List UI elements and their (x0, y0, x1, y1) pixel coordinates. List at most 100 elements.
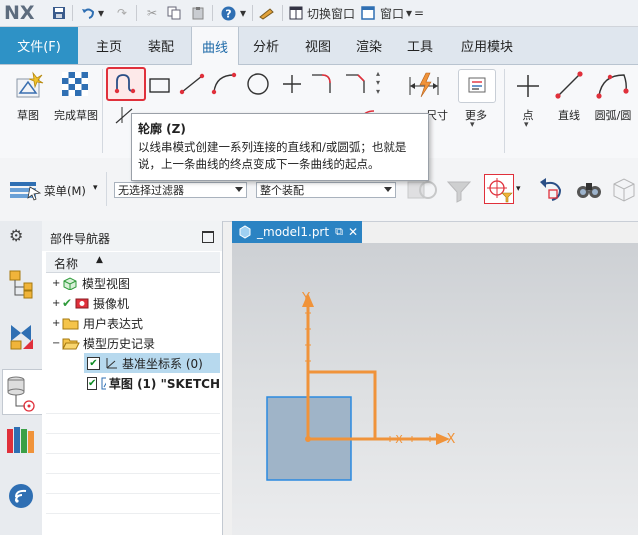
tree-item-model-views[interactable]: + 模型视图 (42, 273, 220, 293)
tab-curve[interactable]: 曲线 (191, 27, 239, 65)
snap-point-button[interactable] (484, 174, 514, 204)
tree-item-label: 摄像机 (93, 296, 130, 311)
pin-icon[interactable]: ⧉ (335, 225, 343, 239)
snap-dropdown-icon[interactable]: ▾ (516, 184, 521, 194)
datum-csys-icon (106, 358, 117, 369)
tab-home[interactable]: 主页 (86, 27, 132, 64)
redo-icon[interactable]: ↷ (114, 4, 130, 22)
rectangle-icon (149, 78, 170, 93)
tab-tools[interactable]: 工具 (397, 27, 443, 64)
dimension-label-partial[interactable]: 尺寸 (426, 107, 448, 123)
circle-tool-button[interactable] (244, 71, 272, 97)
window-dropdown-icon[interactable]: ▾ (404, 4, 414, 22)
nx-logo: NX (4, 2, 35, 24)
document-tab[interactable]: _model1.prt ⧉ ✕ (232, 221, 362, 243)
filter-funnel-icon[interactable] (444, 174, 474, 206)
finish-sketch-label[interactable]: 完成草图 (48, 107, 104, 123)
arc-tool-button[interactable] (210, 71, 240, 97)
selection-filter-dropdown[interactable]: 无选择过滤器 (114, 182, 247, 198)
selection-filter-value: 无选择过滤器 (118, 184, 184, 197)
origin-point[interactable] (305, 436, 311, 442)
plus-icon (283, 75, 301, 93)
switch-window-label[interactable]: 切换窗口 (307, 4, 355, 22)
tab-view[interactable]: 视图 (295, 27, 341, 64)
window-menu-label[interactable]: 窗口 (380, 4, 404, 22)
more-button[interactable] (458, 69, 496, 103)
undo-dropdown-icon[interactable]: ▾ (96, 4, 106, 22)
help-dropdown-icon[interactable]: ▾ (238, 4, 248, 22)
expand-icon[interactable]: + (52, 298, 62, 309)
finish-sketch-button[interactable] (58, 69, 92, 101)
point-tool-button[interactable] (278, 71, 306, 97)
binoculars-icon[interactable] (574, 174, 604, 206)
settings-gear-icon[interactable]: ⚙ (9, 226, 23, 245)
part-navigator-tab[interactable] (2, 369, 42, 415)
graphics-window[interactable]: Y X X (232, 243, 638, 535)
more-dropdown-icon[interactable]: ▾ (470, 120, 475, 130)
divider (282, 5, 283, 21)
more-label[interactable]: 更多 (458, 107, 494, 123)
tab-file[interactable]: 文件(F) (0, 27, 78, 64)
expand-icon[interactable]: + (52, 278, 62, 289)
switch-window-icon[interactable] (288, 4, 304, 22)
tab-analysis[interactable]: 分析 (243, 27, 289, 64)
grid-line (46, 433, 220, 434)
document-tab-label: _model1.prt (257, 225, 330, 239)
web-browser-icon[interactable] (8, 483, 34, 509)
expand-icon[interactable]: + (52, 318, 62, 329)
point-dropdown-icon[interactable]: ▾ (524, 120, 529, 130)
chamfer-tool-button[interactable] (342, 71, 372, 97)
visibility-checkbox[interactable]: ✔ (87, 356, 100, 370)
view-cube-icon[interactable] (610, 174, 638, 206)
rectangle-button[interactable] (148, 75, 172, 97)
model-view[interactable]: Y X X (232, 243, 638, 535)
line-button[interactable] (552, 69, 586, 101)
menu-button[interactable]: 菜单(M) (44, 183, 86, 199)
maximize-icon[interactable] (202, 231, 214, 243)
help-icon[interactable]: ? (220, 4, 236, 22)
customize-qat-icon[interactable]: = (414, 4, 424, 22)
selection-scope-dropdown[interactable]: 整个装配 (256, 182, 396, 198)
tree-item-cameras[interactable]: + ✔ 摄像机 (42, 293, 220, 313)
tab-application[interactable]: 应用模块 (452, 27, 522, 64)
sketch-button[interactable] (11, 69, 45, 101)
reuse-library-icon[interactable] (5, 425, 37, 455)
cut-icon[interactable]: ✂ (144, 4, 160, 22)
close-tab-icon[interactable]: ✕ (348, 225, 358, 239)
menu-dropdown-icon[interactable]: ▾ (93, 183, 98, 193)
touch-mode-icon[interactable] (258, 4, 276, 22)
tree-item-model-history[interactable]: − 模型历史记录 (42, 333, 220, 353)
tree-item-datum-csys[interactable]: ✔ 基准坐标系 (0) (84, 353, 220, 373)
sketch-feature-icon (101, 377, 106, 390)
tree-item-sketch[interactable]: ✔ 草图 (1) "SKETCH (84, 373, 220, 393)
divider (72, 5, 73, 21)
undo-icon[interactable] (80, 4, 96, 22)
tab-assembly[interactable]: 装配 (138, 27, 184, 64)
arc-circle-button[interactable] (594, 69, 630, 101)
assembly-navigator-icon[interactable] (7, 269, 35, 299)
x-axis-label: X (447, 432, 456, 447)
menu-icon[interactable] (8, 179, 42, 201)
arc-circle-label[interactable]: 圆弧/圆 (590, 107, 636, 123)
visibility-checkbox[interactable]: ✔ (87, 376, 98, 390)
undo-selection-icon[interactable] (536, 174, 566, 206)
paste-icon[interactable] (190, 4, 206, 22)
save-icon[interactable] (50, 4, 68, 22)
tab-render[interactable]: 渲染 (346, 27, 392, 64)
sketch-label[interactable]: 草图 (6, 107, 50, 123)
line-label[interactable]: 直线 (552, 107, 586, 123)
fillet-tool-button[interactable] (308, 71, 338, 97)
window-icon[interactable] (360, 4, 376, 22)
dimension-icon (409, 72, 439, 98)
model-view-icon (63, 277, 77, 290)
point-button[interactable] (512, 71, 544, 101)
tree-item-user-expressions[interactable]: + 用户表达式 (42, 313, 220, 333)
gallery-scroll[interactable]: ▴ ▾ ▾ (376, 69, 384, 109)
constraint-navigator-icon[interactable] (7, 321, 35, 351)
column-header-name[interactable]: 名称 ▲ (46, 252, 220, 273)
collapse-icon[interactable]: − (52, 338, 62, 349)
copy-icon[interactable] (166, 4, 182, 22)
rapid-dimension-button[interactable] (404, 71, 444, 99)
profile-button-highlight[interactable] (106, 67, 146, 101)
line-tool-button[interactable] (178, 71, 208, 97)
